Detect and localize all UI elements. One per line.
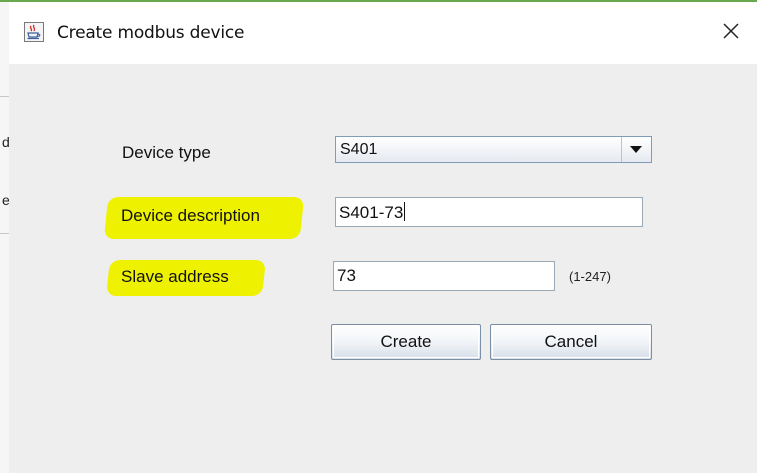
background-divider [0,96,9,97]
title-bar[interactable]: Create modbus device [9,2,757,64]
device-type-label: Device type [122,143,211,162]
cancel-button[interactable]: Cancel [490,324,652,360]
create-modbus-device-dialog: Create modbus device Device type S401 De… [9,0,757,473]
dialog-title: Create modbus device [57,23,245,43]
device-description-field[interactable]: S401-73 [335,197,643,227]
create-button-label: Create [380,332,432,351]
create-button[interactable]: Create [331,324,481,360]
slave-address-range-hint: (1-247) [569,269,611,284]
device-type-dropdown[interactable]: S401 [335,136,652,163]
slave-address-value: 73 [337,266,356,285]
screen: d e Create modbus device Device type S40… [0,0,757,473]
background-accent-line [0,0,9,2]
device-description-label: Device description [121,206,260,225]
device-description-value: S401-73 [339,203,404,222]
cancel-button-label: Cancel [544,332,598,351]
chevron-down-icon [630,146,642,153]
slave-address-field[interactable]: 73 [333,261,555,291]
text-caret [404,202,406,221]
dialog-content: Device type S401 Device description S401… [9,64,757,473]
close-icon [723,23,739,39]
close-button[interactable] [719,19,743,43]
device-type-selected-value: S401 [340,141,378,158]
java-cup-icon [24,22,44,42]
background-divider [0,233,9,234]
dropdown-arrow-button[interactable] [621,137,651,162]
slave-address-label: Slave address [121,267,229,286]
